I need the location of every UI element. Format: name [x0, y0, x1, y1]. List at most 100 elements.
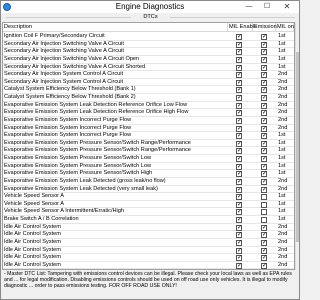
mil-on-value[interactable]: 2nd [278, 125, 294, 132]
minimize-icon[interactable]: — [242, 1, 256, 13]
table-row[interactable]: Evaporative Emission System Leak Detecte… [3, 186, 294, 194]
emission-checkbox[interactable] [261, 64, 267, 72]
mil-on-value[interactable]: 2nd [278, 71, 294, 78]
column-header-description[interactable]: Description [3, 23, 228, 32]
mil-enable-checkbox[interactable] [236, 262, 242, 269]
emission-checkbox[interactable] [261, 95, 267, 102]
emission-checkbox[interactable] [261, 178, 267, 186]
mil-enable-checkbox[interactable] [236, 148, 242, 155]
mil-enable-checkbox[interactable] [236, 178, 242, 186]
column-header-mil-enable[interactable]: MIL Enable [228, 23, 257, 32]
table-row[interactable]: Evaporative Emission System Incorrect Pu… [3, 117, 294, 125]
emission-checkbox[interactable] [261, 72, 267, 79]
emission-checkbox[interactable] [261, 49, 267, 56]
mil-on-value[interactable]: 2nd [278, 86, 294, 93]
maximize-icon[interactable]: ☐ [260, 1, 274, 13]
mil-on-value[interactable]: 2nd [278, 94, 294, 101]
emission-checkbox[interactable] [261, 56, 267, 64]
mil-enable-checkbox[interactable] [236, 117, 242, 125]
mil-enable-checkbox[interactable] [236, 79, 242, 87]
mil-on-value[interactable]: 1st [278, 208, 294, 215]
scrollbar-thumb[interactable] [296, 52, 299, 242]
mil-enable-checkbox[interactable] [236, 34, 242, 41]
emission-checkbox[interactable] [261, 125, 267, 133]
table-row[interactable]: Evaporative Emission System Leak Detecti… [3, 102, 294, 110]
emission-checkbox[interactable] [261, 194, 267, 201]
table-row[interactable]: Secondary Air Injection Switching Valve … [3, 48, 294, 56]
table-row[interactable]: Secondary Air Injection Switching Valve … [3, 41, 294, 49]
mil-enable-checkbox[interactable] [236, 49, 242, 56]
mil-enable-checkbox[interactable] [236, 87, 242, 94]
table-row[interactable]: Vehicle Speed Sensor A Intermittent/Erra… [3, 208, 294, 216]
emission-checkbox[interactable] [261, 209, 267, 216]
emission-checkbox[interactable] [261, 163, 267, 171]
mil-enable-checkbox[interactable] [236, 224, 242, 232]
mil-enable-checkbox[interactable] [236, 163, 242, 171]
mil-on-value[interactable]: 1st [278, 56, 294, 63]
mil-enable-checkbox[interactable] [236, 194, 242, 201]
close-icon[interactable]: ✕ [280, 1, 294, 13]
table-row[interactable]: Idle Air Control System 2nd [3, 239, 294, 247]
emission-checkbox[interactable] [261, 79, 267, 87]
mil-on-value[interactable]: 2nd [278, 269, 294, 270]
mil-enable-checkbox[interactable] [236, 72, 242, 79]
mil-on-value[interactable]: 2nd [278, 79, 294, 86]
mil-enable-checkbox[interactable] [236, 186, 242, 194]
vertical-scrollbar[interactable] [295, 22, 299, 270]
table-row[interactable]: Catalyst System Efficiency Below Thresho… [3, 94, 294, 102]
table-row[interactable]: Evaporative Emission System Incorrect Pu… [3, 132, 294, 140]
table-row[interactable]: Evaporative Emission System Leak Detecti… [3, 109, 294, 117]
mil-enable-checkbox[interactable] [236, 201, 242, 209]
table-row[interactable]: Vehicle Speed Sensor A 1st [3, 201, 294, 209]
emission-checkbox[interactable] [261, 186, 267, 194]
emission-checkbox[interactable] [261, 34, 267, 41]
table-row[interactable]: Idle Air Control System 2nd [3, 224, 294, 232]
mil-enable-checkbox[interactable] [236, 102, 242, 110]
mil-on-value[interactable]: 2nd [278, 231, 294, 238]
emission-checkbox[interactable] [261, 171, 267, 178]
mil-on-value[interactable]: 1st [278, 147, 294, 154]
emission-checkbox[interactable] [261, 140, 267, 148]
mil-on-value[interactable]: 2nd [278, 254, 294, 261]
table-row[interactable]: Evaporative Emission System Leak Detecte… [3, 178, 294, 186]
emission-checkbox[interactable] [261, 201, 267, 208]
table-row[interactable]: Secondary Air Injection System Control A… [3, 71, 294, 79]
mil-on-value[interactable]: 1st [278, 155, 294, 162]
mil-enable-checkbox[interactable] [236, 64, 242, 72]
mil-on-value[interactable]: 2nd [278, 262, 294, 269]
mil-on-value[interactable]: 2nd [278, 102, 294, 109]
mil-on-value[interactable]: 2nd [278, 239, 294, 246]
mil-enable-checkbox[interactable] [236, 140, 242, 148]
mil-on-value[interactable]: 2nd [278, 224, 294, 231]
table-row[interactable]: Brake Switch A / B Correlation 1st [3, 216, 294, 224]
emission-checkbox[interactable] [261, 217, 267, 223]
table-row[interactable]: Evaporative Emission System Pressure Sen… [3, 163, 294, 171]
mil-on-value[interactable]: 1st [278, 201, 294, 208]
mil-on-value[interactable]: 2nd [278, 117, 294, 124]
mil-enable-checkbox[interactable] [236, 209, 242, 216]
table-row[interactable]: Ignition Coil F Primary/Secondary Circui… [3, 33, 294, 41]
mil-on-value[interactable]: 1st [278, 33, 294, 40]
table-row[interactable]: Idle Air Control System 2nd [3, 231, 294, 239]
table-row[interactable]: Idle Air Control System 2nd [3, 262, 294, 269]
table-row[interactable]: Secondary Air Injection Switching Valve … [3, 64, 294, 72]
mil-enable-checkbox[interactable] [236, 217, 242, 224]
table-row[interactable]: Evaporative Emission System Pressure Sen… [3, 140, 294, 148]
emission-checkbox[interactable] [261, 224, 267, 232]
mil-enable-checkbox[interactable] [236, 133, 242, 140]
mil-enable-checkbox[interactable] [236, 156, 242, 163]
emission-checkbox[interactable] [261, 110, 267, 117]
table-row[interactable]: Idle Air Control System 2nd [3, 254, 294, 262]
mil-on-value[interactable]: 1st [278, 193, 294, 200]
mil-enable-checkbox[interactable] [236, 110, 242, 117]
table-row[interactable]: Vehicle Speed Sensor A 1st [3, 193, 294, 201]
emission-checkbox[interactable] [261, 262, 267, 269]
emission-checkbox[interactable] [261, 133, 267, 140]
column-header-emission[interactable]: Emission [253, 23, 277, 32]
table-row[interactable]: Evaporative Emission System Pressure Sen… [3, 147, 294, 155]
mil-enable-checkbox[interactable] [236, 255, 242, 262]
mil-enable-checkbox[interactable] [236, 239, 242, 247]
table-row[interactable]: Secondary Air Injection Switching Valve … [3, 56, 294, 64]
emission-checkbox[interactable] [261, 148, 267, 155]
mil-enable-checkbox[interactable] [236, 41, 242, 49]
